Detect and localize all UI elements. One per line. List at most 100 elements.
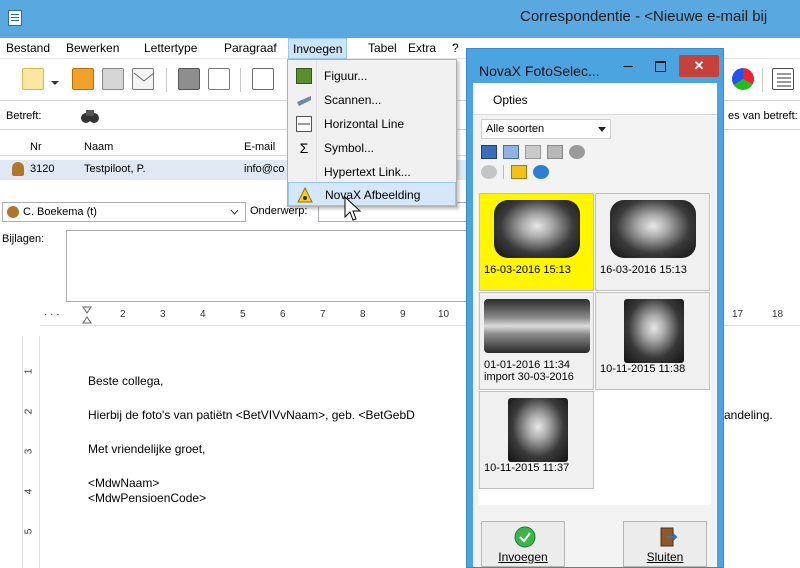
xray-image [484, 299, 590, 353]
ruler-mark: 5 [240, 309, 246, 320]
menu-item-horizontal-line[interactable]: Horizontal Line [288, 112, 456, 136]
photo-grid: 16-03-2016 15:13 16-03-2016 15:13 01-01-… [479, 193, 711, 505]
novax-title: NovaX FotoSelec... [479, 63, 600, 79]
print-preview-icon[interactable] [208, 68, 230, 90]
photo-caption: 16-03-2016 15:13 [600, 264, 687, 276]
photo-caption: 16-03-2016 15:13 [484, 264, 571, 276]
photo-thumb-4[interactable]: 10-11-2015 11:38 [595, 292, 710, 390]
close-button[interactable]: ✕ [679, 55, 719, 77]
xray-image [610, 200, 696, 258]
bijlagen-box[interactable] [66, 230, 470, 302]
checkmark-icon [514, 526, 536, 548]
novax-body: Opties Alle soorten 16-03-2016 15:13 16-… [473, 83, 717, 567]
new-document-icon[interactable] [22, 68, 44, 90]
ruler-mark: 3 [160, 309, 166, 320]
view-small-icon[interactable] [503, 145, 519, 159]
binoculars-icon[interactable] [80, 106, 100, 126]
doc-line: <MdwNaam> [88, 476, 160, 490]
ruler-mark: 4 [200, 309, 206, 320]
indent-marker-icon[interactable] [82, 306, 92, 324]
contact-value: C. Boekema (t) [23, 206, 97, 218]
minimize-button[interactable] [615, 55, 641, 77]
menu-bestand[interactable]: Bestand [6, 41, 50, 55]
person-icon [7, 206, 19, 218]
menu-invoegen[interactable]: Invoegen [288, 38, 348, 59]
sluiten-button[interactable]: Sluiten [623, 521, 707, 567]
import-icon[interactable] [511, 165, 527, 179]
menu-item-label: NovaX Afbeelding [325, 188, 421, 202]
menu-extra[interactable]: Extra [408, 41, 436, 55]
header-naam[interactable]: Naam [84, 141, 113, 153]
menu-item-novax-afbeelding[interactable]: NovaX Afbeelding [288, 182, 456, 206]
horizontal-line-icon [296, 116, 312, 132]
betreft-right-text: es van betreft: [728, 110, 798, 122]
menu-paragraaf[interactable]: Paragraaf [224, 41, 277, 55]
app-icon[interactable] [8, 10, 22, 26]
novax-window: NovaX FotoSelec... ✕ Opties Alle soorten… [466, 48, 724, 568]
filter-select[interactable]: Alle soorten [481, 119, 611, 139]
view-large-icon[interactable] [481, 145, 497, 159]
doc-line: Hierbij de foto's van patiëtn <BetVIVvNa… [88, 408, 415, 422]
menu-bewerken[interactable]: Bewerken [66, 41, 119, 55]
menu-tabel[interactable]: Tabel [368, 41, 397, 55]
view-details-icon[interactable] [547, 145, 563, 159]
novax-footer: Invoegen Sluiten [473, 511, 717, 567]
menu-item-figuur[interactable]: Figuur... [288, 64, 456, 88]
camera-icon[interactable] [569, 145, 585, 159]
menu-item-symbol[interactable]: Σ Symbol... [288, 136, 456, 160]
menu-item-scannen[interactable]: Scannen... [288, 88, 456, 112]
ruler-mark: 7 [320, 309, 326, 320]
ruler-dots: · · · [44, 309, 60, 320]
photo-thumb-2[interactable]: 16-03-2016 15:13 [595, 193, 710, 291]
photo-thumb-3[interactable]: 01-01-2016 11:34 import 30-03-2016 [479, 292, 594, 390]
align-text-icon[interactable] [772, 68, 794, 90]
toolbar-separator [166, 68, 167, 92]
xray-image [508, 398, 568, 462]
betreft-label: Betreft: [6, 110, 42, 122]
ruler-mark: 18 [772, 309, 784, 320]
photo-thumb-1[interactable]: 16-03-2016 15:13 [479, 193, 594, 291]
toolbar-separator [762, 68, 763, 92]
save-icon[interactable] [72, 68, 94, 90]
menu-help[interactable]: ? [452, 41, 459, 55]
vruler-mark: 3 [23, 448, 35, 455]
contact-select[interactable]: C. Boekema (t) [2, 202, 246, 222]
chevron-down-icon[interactable] [50, 76, 60, 85]
database-icon[interactable] [178, 68, 200, 90]
print-icon[interactable] [102, 68, 124, 90]
chevron-down-icon[interactable] [230, 209, 239, 215]
title-bar: Correspondentie - <Nieuwe e-mail bij [0, 0, 800, 38]
toolbar-separator [240, 68, 241, 92]
menu-lettertype[interactable]: Lettertype [144, 41, 197, 55]
opties-menu[interactable]: Opties [493, 93, 528, 107]
header-nr[interactable]: Nr [30, 141, 42, 153]
chevron-down-icon [598, 127, 606, 132]
maximize-button[interactable] [647, 55, 673, 77]
window-title: Correspondentie - <Nieuwe e-mail bij [520, 8, 768, 25]
vruler-mark: 5 [23, 528, 35, 535]
menu-item-label: Symbol... [324, 141, 375, 155]
menu-item-hypertext-link[interactable]: Hypertext Link... [288, 160, 456, 184]
photo-thumb-5[interactable]: 10-11-2015 11:37 [479, 391, 594, 489]
row-naam: Testpiloot, P. [84, 163, 146, 175]
email-icon[interactable] [132, 68, 155, 90]
header-email[interactable]: E-mail [244, 141, 275, 153]
invoegen-label: Invoegen [498, 550, 548, 564]
person-icon [12, 162, 24, 176]
eraser-icon[interactable] [481, 165, 497, 179]
sigma-icon: Σ [299, 140, 309, 156]
view-list-icon[interactable] [525, 145, 541, 159]
ruler-mark: 9 [400, 309, 406, 320]
vruler-mark: 4 [23, 488, 35, 495]
invoegen-button[interactable]: Invoegen [481, 521, 565, 567]
color-picker-icon[interactable] [732, 68, 754, 90]
menu-item-label: Horizontal Line [324, 117, 405, 131]
vruler-mark: 2 [23, 408, 35, 415]
doc-line: andeling. [724, 408, 773, 422]
globe-icon[interactable] [533, 165, 549, 179]
doc-line: Met vriendelijke groet, [88, 442, 206, 456]
photo-caption: 10-11-2015 11:38 [600, 363, 686, 375]
xray-image [624, 299, 684, 363]
clipboard-icon[interactable] [252, 68, 274, 90]
row-email: info@co [244, 163, 285, 175]
